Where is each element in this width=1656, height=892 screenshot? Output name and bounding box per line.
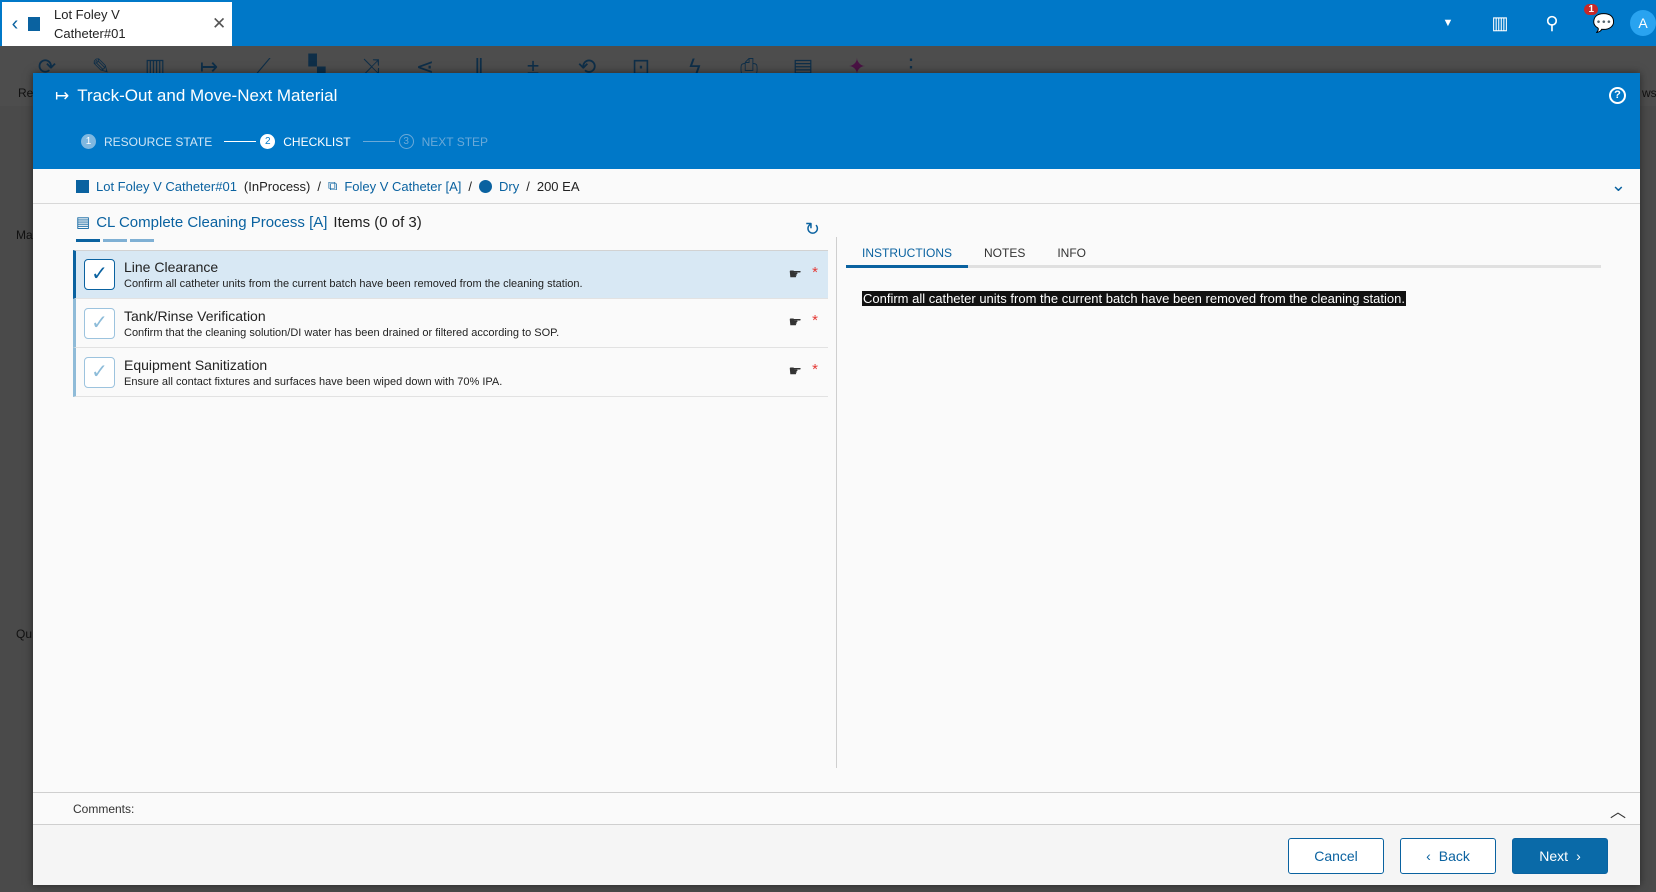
tab-info[interactable]: INFO bbox=[1041, 237, 1102, 265]
required-icon: * bbox=[812, 312, 818, 329]
tab-title-line1: Lot Foley V bbox=[54, 7, 120, 22]
bg-label: Re bbox=[18, 86, 34, 100]
comments-label: Comments: bbox=[73, 802, 135, 816]
next-label: Next bbox=[1539, 848, 1569, 864]
expand-chevron-icon[interactable]: ⌄ bbox=[1611, 175, 1626, 196]
help-icon[interactable]: ? bbox=[1609, 87, 1626, 104]
checklist-item[interactable]: ✓ Line Clearance Confirm all catheter uni… bbox=[73, 250, 828, 299]
panel-divider bbox=[836, 237, 837, 768]
checklist-item[interactable]: ✓ Tank/Rinse Verification Confirm that th… bbox=[73, 299, 828, 348]
chevron-right-icon: › bbox=[1576, 848, 1581, 864]
wizard-steps: 1 RESOURCE STATE 2 CHECKLIST 3 NEXT STEP bbox=[81, 134, 488, 149]
lot-state: (InProcess) bbox=[243, 178, 311, 194]
step-icon bbox=[479, 179, 492, 193]
checkbox[interactable]: ✓ bbox=[84, 307, 115, 339]
lot-icon bbox=[76, 179, 89, 193]
tab-notes[interactable]: NOTES bbox=[968, 237, 1041, 265]
item-description: Ensure all contact fixtures and surfaces… bbox=[124, 375, 503, 388]
product-link[interactable]: Foley V Catheter [A] bbox=[344, 179, 461, 194]
quantity: 200 EA bbox=[536, 178, 580, 194]
cancel-label: Cancel bbox=[1314, 848, 1358, 864]
step-checklist[interactable]: 2 CHECKLIST bbox=[260, 134, 351, 149]
checklist-icon: ▤ bbox=[76, 214, 91, 231]
item-title: Line Clearance bbox=[124, 259, 219, 275]
checklist-item[interactable]: ✓ Equipment Sanitization Ensure all conta… bbox=[73, 348, 828, 397]
cancel-button[interactable]: Cancel bbox=[1288, 838, 1384, 874]
back-button[interactable]: ‹ Back bbox=[1400, 838, 1496, 874]
checkbox[interactable]: ✓ bbox=[84, 259, 115, 290]
manual-hand-icon: ☛ bbox=[788, 314, 802, 331]
lot-icon bbox=[28, 17, 40, 31]
step-connector bbox=[362, 141, 395, 142]
manual-hand-icon: ☛ bbox=[788, 266, 802, 283]
separator: / bbox=[526, 178, 530, 194]
tab-instructions[interactable]: INSTRUCTIONS bbox=[846, 237, 968, 268]
required-icon: * bbox=[812, 264, 818, 281]
required-icon: * bbox=[812, 361, 818, 378]
step-number: 3 bbox=[398, 134, 414, 149]
track-out-dialog: ↦ Track-Out and Move-Next Material ? 1 RES… bbox=[33, 73, 1640, 885]
step-link[interactable]: Dry bbox=[499, 179, 519, 194]
track-out-icon: ↦ bbox=[55, 86, 70, 105]
item-description: Confirm that the cleaning solution/DI wa… bbox=[124, 326, 560, 339]
reset-icon[interactable]: ↻ bbox=[805, 219, 820, 240]
checkbox[interactable]: ✓ bbox=[84, 356, 115, 388]
notification-badge: 1 bbox=[1584, 4, 1598, 15]
chevron-left-icon: ‹ bbox=[1426, 848, 1431, 864]
tab-title-line2: Catheter#01 bbox=[54, 26, 126, 41]
breadcrumb: Lot Foley V Catheter#01 (InProcess) / ⧉ … bbox=[33, 169, 1640, 204]
next-button[interactable]: Next › bbox=[1512, 838, 1608, 874]
item-title: Tank/Rinse Verification bbox=[124, 307, 266, 324]
bg-label: Ma bbox=[16, 228, 33, 242]
step-connector bbox=[224, 141, 257, 142]
step-next-step: 3 NEXT STEP bbox=[398, 134, 489, 149]
barcode-icon[interactable]: ▥ bbox=[1474, 0, 1526, 46]
separator: / bbox=[317, 178, 322, 194]
step-resource-state[interactable]: 1 RESOURCE STATE bbox=[81, 134, 212, 149]
step-number: 1 bbox=[81, 134, 96, 149]
manual-hand-icon: ☛ bbox=[788, 363, 802, 380]
back-chevron-icon[interactable]: ‹ bbox=[2, 13, 28, 36]
step-label: CHECKLIST bbox=[283, 134, 351, 149]
messages-icon[interactable]: 💬 1 bbox=[1578, 0, 1630, 46]
dialog-title: Track-Out and Move-Next Material bbox=[77, 86, 338, 105]
comments-section[interactable]: Comments: ︿ bbox=[33, 792, 1640, 825]
bg-label: ws bbox=[1642, 86, 1656, 100]
step-label: NEXT STEP bbox=[421, 134, 489, 149]
item-title: Equipment Sanitization bbox=[124, 356, 268, 373]
checklist-panel: ▤ CL Complete Cleaning Process [A] Items (… bbox=[73, 213, 828, 397]
lot-link[interactable]: Lot Foley V Catheter#01 bbox=[96, 179, 237, 194]
bg-label: Qu bbox=[16, 627, 33, 641]
checklist-name[interactable]: CL Complete Cleaning Process [A] bbox=[96, 214, 327, 231]
top-bar: ‹ Lot Foley V Catheter#01 ✕ ▼ ▥ ⚲ 💬 1 A bbox=[0, 0, 1656, 46]
instruction-text: Confirm all catheter units from the curr… bbox=[862, 291, 1406, 306]
step-number: 2 bbox=[260, 134, 276, 149]
item-description: Confirm all catheter units from the curr… bbox=[124, 278, 583, 290]
dialog-footer: Cancel ‹ Back Next › bbox=[33, 825, 1640, 885]
entity-tab[interactable]: ‹ Lot Foley V Catheter#01 ✕ bbox=[2, 2, 232, 46]
expand-up-chevron-icon[interactable]: ︿ bbox=[1610, 798, 1626, 822]
checklist-progress bbox=[76, 239, 828, 242]
search-icon[interactable]: ⚲ bbox=[1526, 0, 1578, 46]
separator: / bbox=[468, 178, 472, 194]
details-panel: INSTRUCTIONS NOTES INFO Confirm all cath… bbox=[846, 237, 1601, 306]
dropdown-icon[interactable]: ▼ bbox=[1422, 0, 1474, 46]
back-label: Back bbox=[1438, 848, 1470, 864]
product-icon: ⧉ bbox=[328, 178, 338, 193]
dialog-header: ↦ Track-Out and Move-Next Material ? 1 RES… bbox=[33, 73, 1640, 169]
avatar[interactable]: A bbox=[1630, 10, 1656, 36]
checklist-count: Items (0 of 3) bbox=[333, 213, 422, 231]
step-label: RESOURCE STATE bbox=[104, 134, 213, 149]
close-tab-icon[interactable]: ✕ bbox=[212, 14, 226, 34]
tab-title: Lot Foley V Catheter#01 bbox=[54, 5, 204, 43]
